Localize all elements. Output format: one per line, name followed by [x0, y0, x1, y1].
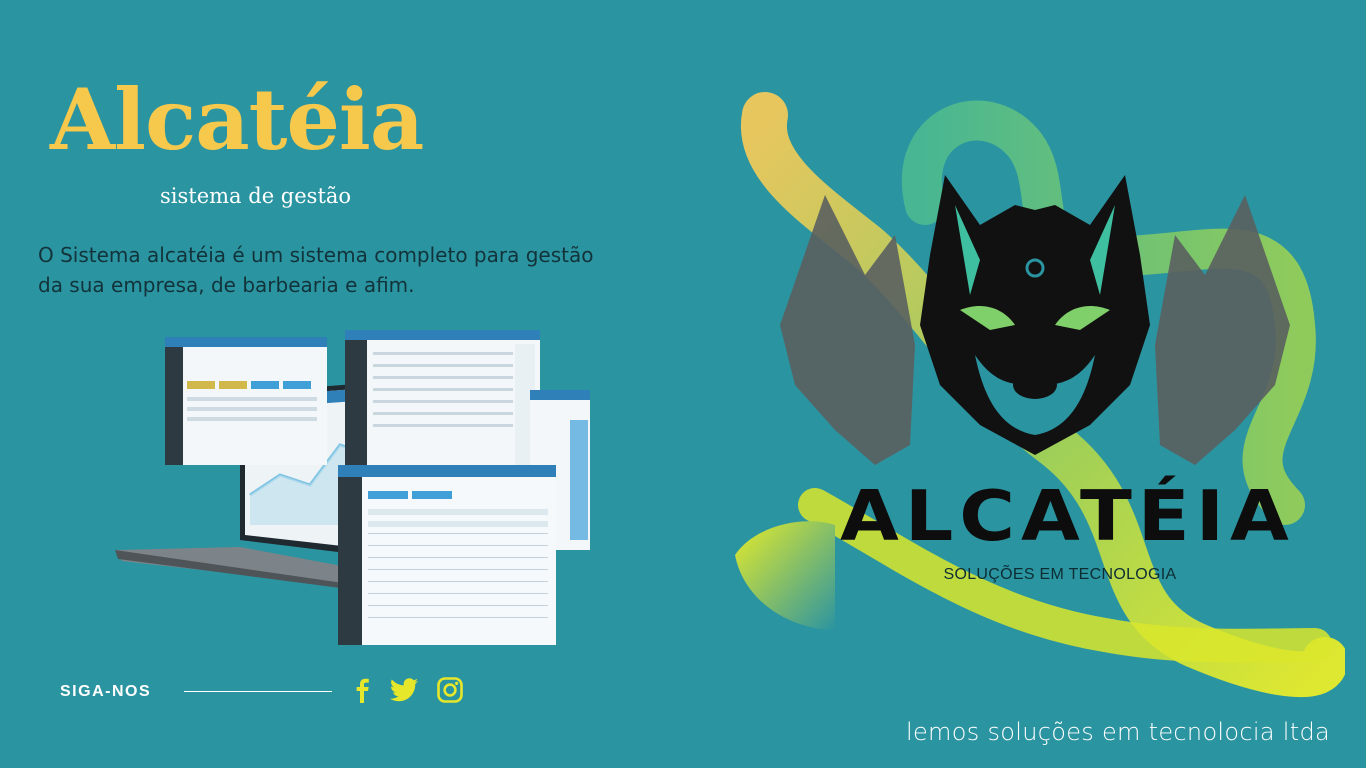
dashboard-window	[165, 337, 327, 465]
logo-wordmark: ALCATÉIA	[840, 474, 1295, 557]
form-window	[338, 465, 556, 645]
wolf-logo	[735, 92, 1345, 698]
cone-shape	[735, 521, 835, 630]
brand-title: Alcatéia	[50, 70, 424, 169]
logo-tagline: SOLUÇÕES EM TECNOLOGIA	[943, 566, 1177, 583]
divider-line	[184, 691, 332, 692]
facebook-icon[interactable]	[348, 676, 376, 704]
twitter-icon[interactable]	[388, 676, 420, 704]
description-line-1: O Sistema alcatéia é um sistema completo…	[38, 243, 594, 267]
description-line-2: da sua empresa, de barbearia e afim.	[38, 273, 415, 297]
brand-subtitle: sistema de gestão	[160, 184, 352, 208]
follow-us-label: SIGA-NOS	[60, 683, 152, 700]
software-mockups-image	[115, 330, 590, 645]
instagram-icon[interactable]	[436, 676, 464, 704]
company-name: lemos soluções em tecnolocia ltda	[906, 718, 1330, 746]
description: O Sistema alcatéia é um sistema completo…	[38, 240, 678, 300]
